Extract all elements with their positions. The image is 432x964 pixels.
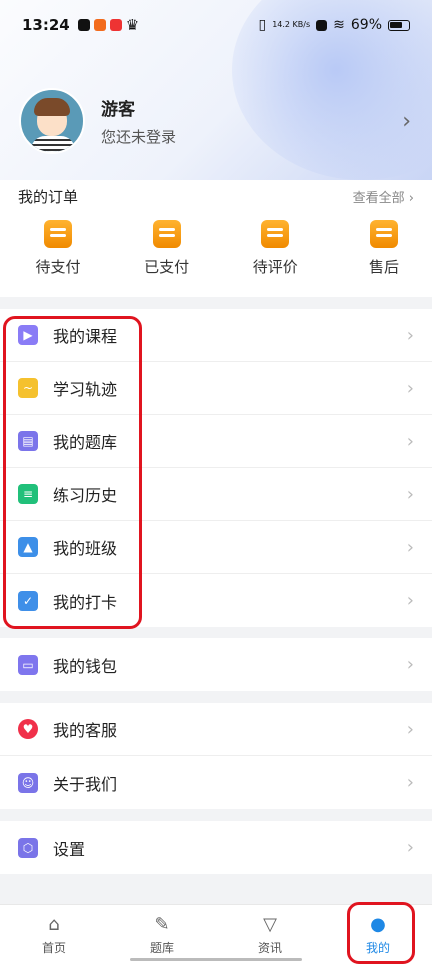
review-icon	[261, 220, 290, 248]
chevron-right-icon: ›	[406, 377, 414, 399]
vibrate-icon: ▯	[258, 17, 267, 33]
menu-item-about-us[interactable]: ☺ 关于我们 ›	[0, 756, 432, 809]
heart-icon: ♥	[18, 719, 38, 739]
avatar[interactable]	[19, 88, 85, 154]
order-label: 售后	[368, 258, 399, 276]
status-time: 13:24	[22, 16, 70, 34]
paid-icon	[152, 220, 181, 248]
chevron-right-icon[interactable]: ›	[402, 109, 411, 134]
order-pending-review[interactable]: 待评价	[245, 220, 305, 277]
settings-menu: ⬡ 设置 ›	[0, 821, 432, 874]
highlight-box-mine-tab	[347, 902, 415, 964]
chevron-right-icon: ›	[406, 654, 414, 675]
wallet-menu: ▭ 我的钱包 ›	[0, 638, 432, 691]
profile-subtitle: 您还未登录	[101, 128, 177, 146]
app-icon	[93, 19, 106, 31]
wifi-icon: ≋	[333, 17, 345, 33]
menu-label: 关于我们	[53, 774, 118, 794]
menu-label: 我的客服	[53, 721, 118, 740]
support-menu: ♥ 我的客服 › ☺ 关于我们 ›	[0, 703, 432, 809]
tab-news[interactable]: ▽ 资讯	[216, 905, 324, 964]
app-icon	[109, 19, 122, 31]
network-speed: 14.2 KB/s	[272, 20, 311, 29]
profile-name: 游客	[101, 100, 135, 120]
battery-text: 69%	[350, 17, 382, 33]
settings-icon: ⬡	[18, 837, 38, 858]
status-right: ▯ 14.2 KB/s ≋ 69%	[258, 17, 410, 33]
profile-header: 13:24 ♛ ▯ 14.2 KB/s ≋ 69% 游客 您还未登录 ›	[0, 0, 432, 180]
menu-label: 我的钱包	[53, 656, 118, 676]
highlight-box-learning	[3, 316, 142, 629]
home-icon: ⌂	[48, 913, 60, 935]
menu-item-wallet[interactable]: ▭ 我的钱包 ›	[0, 638, 432, 691]
tiktok-icon	[77, 19, 90, 31]
order-paid[interactable]: 已支付	[137, 220, 197, 277]
wallet-icon	[44, 220, 72, 248]
pencil-icon: ✎	[154, 913, 170, 935]
notification-icons: ♛	[77, 16, 140, 34]
view-all-orders-link[interactable]: 查看全部 ›	[353, 187, 414, 206]
home-indicator	[130, 958, 302, 961]
wallet-icon: ▭	[18, 654, 38, 675]
battery-icon	[388, 19, 410, 31]
chevron-right-icon: ›	[406, 590, 414, 611]
chevron-right-icon: ›	[406, 718, 414, 740]
order-label: 待支付	[35, 258, 81, 276]
tab-label: 资讯	[257, 941, 282, 955]
order-after-sale[interactable]: 售后	[354, 220, 414, 277]
crown-icon: ♛	[125, 16, 140, 34]
status-bar: 13:24 ♛ ▯ 14.2 KB/s ≋ 69%	[0, 0, 432, 50]
chevron-right-icon: ›	[406, 536, 414, 558]
people-icon: ☺	[18, 772, 38, 793]
menu-item-settings[interactable]: ⬡ 设置 ›	[0, 821, 432, 874]
chevron-right-icon: ›	[406, 483, 414, 505]
chevron-right-icon: ›	[406, 430, 414, 452]
chevron-right-icon: ›	[406, 324, 414, 346]
menu-item-customer-service[interactable]: ♥ 我的客服 ›	[0, 703, 432, 756]
orders-card: 我的订单 查看全部 › 待支付 已支付 待评价 售后	[0, 180, 432, 297]
tab-question-bank[interactable]: ✎ 题库	[108, 905, 216, 964]
chevron-right-icon: ›	[406, 837, 414, 858]
tab-label: 题库	[149, 941, 174, 955]
order-pending-payment[interactable]: 待支付	[28, 220, 88, 277]
profile-row[interactable]: 游客 您还未登录 ›	[19, 86, 419, 156]
sim-icon	[316, 19, 328, 31]
orders-title: 我的订单	[18, 187, 79, 206]
order-label: 已支付	[144, 258, 190, 276]
chevron-right-icon: ›	[406, 772, 414, 793]
order-label: 待评价	[252, 258, 298, 276]
tab-home[interactable]: ⌂ 首页	[0, 905, 108, 964]
after-sale-icon	[369, 220, 398, 248]
menu-label: 设置	[53, 839, 86, 859]
tab-label: 首页	[41, 941, 66, 955]
news-icon: ▽	[263, 913, 277, 935]
